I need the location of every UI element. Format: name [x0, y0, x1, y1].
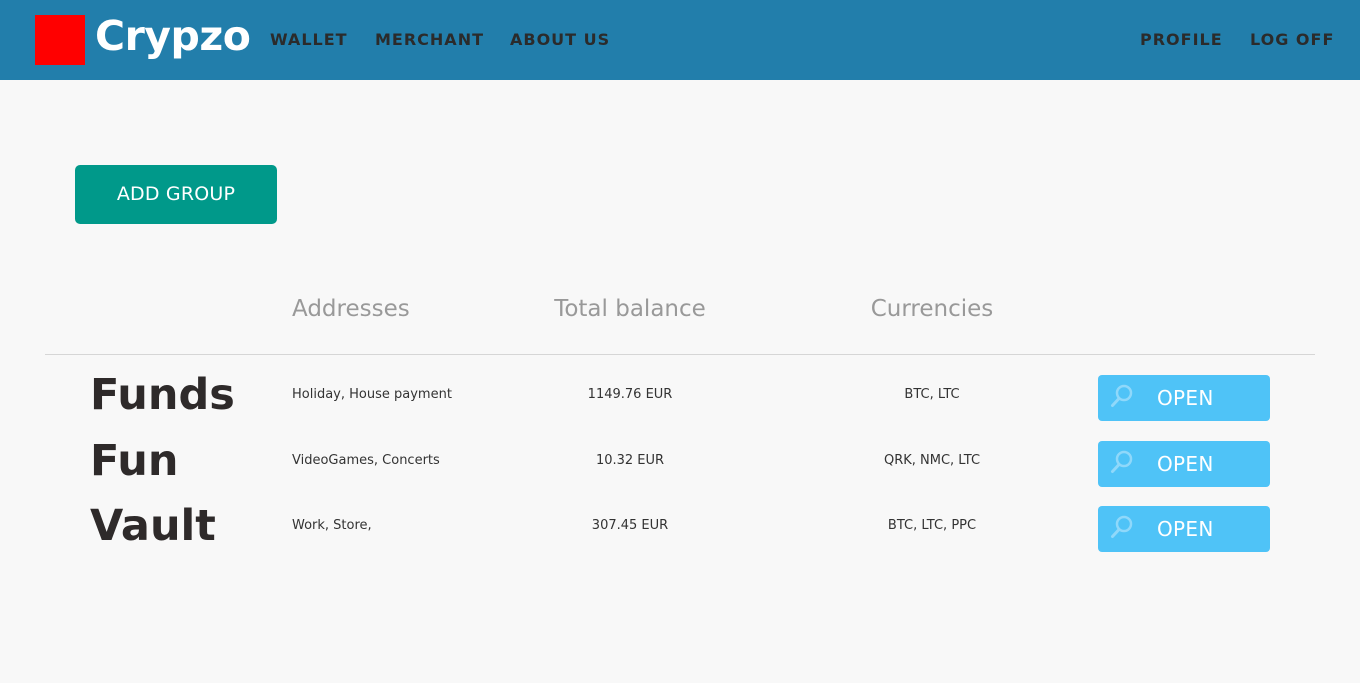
group-name: Funds	[90, 370, 235, 420]
table-divider	[45, 354, 1315, 355]
open-group-button[interactable]: OPEN	[1098, 441, 1270, 487]
open-group-button[interactable]: OPEN	[1098, 375, 1270, 421]
group-balance: 307.45 EUR	[591, 518, 669, 533]
group-currencies: QRK, NMC, LTC	[883, 453, 981, 468]
nav-log-off[interactable]: LOG OFF	[1250, 30, 1334, 50]
open-button-label: OPEN	[1157, 452, 1214, 476]
search-icon	[1111, 384, 1133, 407]
logo-square[interactable]	[35, 15, 85, 65]
group-row: Funds Holiday, House payment 1149.76 EUR…	[0, 367, 1360, 423]
group-name: Vault	[90, 501, 216, 551]
column-header-total-balance: Total balance	[554, 296, 706, 322]
group-balance: 10.32 EUR	[595, 453, 665, 468]
group-currencies: BTC, LTC, PPC	[887, 518, 977, 533]
group-name: Fun	[90, 436, 179, 486]
group-balance: 1149.76 EUR	[587, 387, 673, 402]
group-currencies: BTC, LTC	[904, 387, 960, 402]
nav-profile[interactable]: PROFILE	[1140, 30, 1223, 50]
group-row: Vault Work, Store, 307.45 EUR BTC, LTC, …	[0, 498, 1360, 554]
column-header-addresses: Addresses	[292, 296, 410, 322]
group-addresses: VideoGames, Concerts	[292, 453, 440, 468]
top-navigation-bar: Crypzo WALLET MERCHANT ABOUT US PROFILE …	[0, 0, 1360, 80]
open-button-label: OPEN	[1157, 517, 1214, 541]
open-button-label: OPEN	[1157, 386, 1214, 410]
nav-wallet[interactable]: WALLET	[270, 30, 348, 50]
nav-about-us[interactable]: ABOUT US	[510, 30, 610, 50]
group-addresses: Holiday, House payment	[292, 387, 452, 402]
open-group-button[interactable]: OPEN	[1098, 506, 1270, 552]
group-row: Fun VideoGames, Concerts 10.32 EUR QRK, …	[0, 433, 1360, 489]
group-addresses: Work, Store,	[292, 518, 372, 533]
search-icon	[1111, 450, 1133, 473]
column-header-currencies: Currencies	[870, 296, 994, 322]
nav-merchant[interactable]: MERCHANT	[375, 30, 484, 50]
brand-name[interactable]: Crypzo	[95, 10, 251, 62]
add-group-button[interactable]: ADD GROUP	[75, 165, 277, 224]
search-icon	[1111, 515, 1133, 538]
